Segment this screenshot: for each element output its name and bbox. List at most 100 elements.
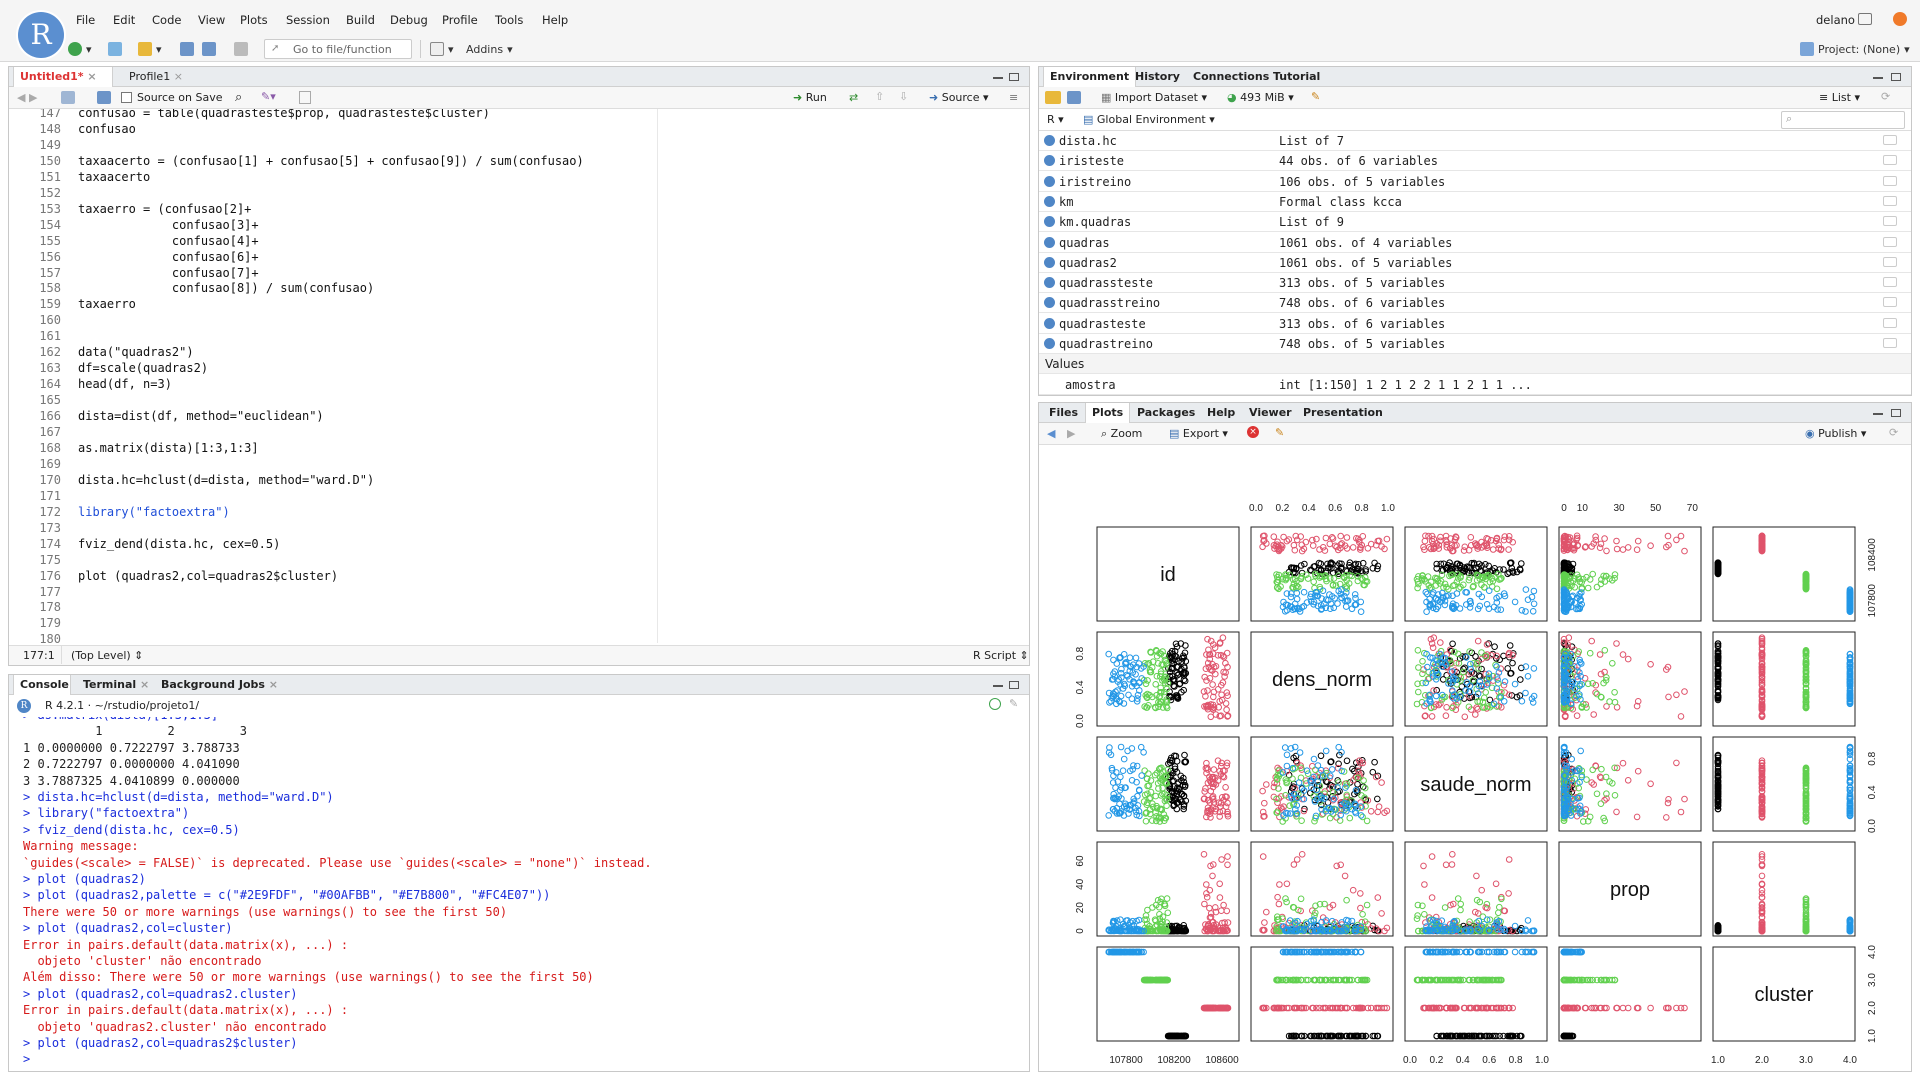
new-file-button[interactable]: ▾	[68, 40, 92, 58]
scope-selector[interactable]: (Top Level) ⇕	[71, 649, 143, 662]
tab-viewer[interactable]: Viewer	[1243, 403, 1298, 423]
search-icon[interactable]: ⌕	[235, 90, 242, 105]
zoom-button[interactable]: ⌕ Zoom	[1101, 427, 1142, 441]
tab-terminal[interactable]: Terminal ×	[77, 675, 155, 695]
logout-icon[interactable]	[1858, 13, 1872, 25]
new-project-button[interactable]	[108, 40, 122, 58]
tab-profile1[interactable]: Profile1 ×	[123, 67, 213, 87]
tab-console[interactable]: Console	[13, 675, 71, 695]
view-data-icon[interactable]	[1883, 155, 1897, 166]
scope-selector[interactable]: ▤ Global Environment ▾	[1083, 113, 1215, 126]
environment-row[interactable]: dista.hc List of 7	[1039, 131, 1911, 151]
document-icon[interactable]	[299, 91, 311, 104]
run-button[interactable]: ➜ Run	[793, 91, 827, 104]
layout-button[interactable]: ▾	[430, 40, 454, 58]
maximize-icon[interactable]	[1009, 681, 1019, 689]
save-icon[interactable]	[97, 91, 111, 104]
outline-icon[interactable]: ≡	[1009, 91, 1018, 104]
environment-search-input[interactable]: ⌕	[1781, 111, 1905, 129]
expand-icon[interactable]	[1044, 195, 1055, 207]
import-dataset-button[interactable]: ▦ Import Dataset ▾	[1101, 91, 1207, 104]
tab-packages[interactable]: Packages	[1131, 403, 1201, 423]
menu-tools[interactable]: Tools	[495, 13, 523, 27]
expand-icon[interactable]	[1044, 338, 1055, 349]
environment-value-row[interactable]: amostra int [1:150] 1 2 1 2 2 1 1 2 1 1 .…	[1039, 375, 1911, 395]
maximize-icon[interactable]	[1891, 409, 1901, 417]
next-plot-icon[interactable]: ▶	[1067, 427, 1075, 440]
environment-row[interactable]: quadras 1061 obs. of 4 variables	[1039, 233, 1911, 253]
menu-session[interactable]: Session	[286, 13, 330, 27]
environment-row[interactable]: quadras2 1061 obs. of 5 variables	[1039, 253, 1911, 273]
source-on-save-checkbox[interactable]	[121, 92, 132, 103]
menu-help[interactable]: Help	[542, 13, 568, 27]
save-workspace-icon[interactable]	[1067, 91, 1081, 104]
menu-profile[interactable]: Profile	[442, 13, 478, 27]
remove-plot-icon[interactable]: ×	[1247, 426, 1259, 438]
goto-file-input[interactable]: ➚ Go to file/function	[264, 39, 412, 59]
expand-icon[interactable]	[1044, 175, 1055, 187]
maximize-icon[interactable]	[1891, 73, 1901, 81]
source-button[interactable]: ➜ Source ▾	[929, 91, 989, 104]
tab-tutorial[interactable]: Tutorial	[1267, 67, 1326, 87]
tab-help[interactable]: Help	[1201, 403, 1241, 423]
expand-icon[interactable]	[1044, 256, 1055, 268]
back-arrow-icon[interactable]: ◀ ▶	[17, 91, 37, 104]
tab-connections[interactable]: Connections	[1187, 67, 1275, 87]
rerun-icon[interactable]: ⇄	[849, 91, 858, 104]
expand-icon[interactable]	[1044, 277, 1055, 289]
environment-row[interactable]: quadrastreino 748 obs. of 5 variables	[1039, 334, 1911, 354]
close-icon[interactable]: ×	[174, 70, 183, 83]
power-icon[interactable]	[1893, 12, 1907, 26]
close-icon[interactable]: ×	[269, 678, 278, 691]
show-in-window-icon[interactable]	[61, 91, 75, 104]
view-data-icon[interactable]	[1883, 277, 1897, 288]
wand-icon[interactable]: ✎▾	[261, 90, 276, 103]
view-data-icon[interactable]	[1883, 195, 1897, 206]
minimize-icon[interactable]	[993, 685, 1003, 687]
view-data-icon[interactable]	[1883, 256, 1897, 267]
expand-icon[interactable]	[1044, 155, 1055, 167]
view-data-icon[interactable]	[1883, 135, 1897, 145]
environment-row[interactable]: km Formal class kcca	[1039, 192, 1911, 212]
load-workspace-icon[interactable]	[1045, 91, 1061, 104]
environment-row[interactable]: iristreino 106 obs. of 5 variables	[1039, 172, 1911, 192]
project-button[interactable]: Project: (None) ▾	[1800, 40, 1910, 58]
maximize-icon[interactable]	[1009, 73, 1019, 81]
expand-icon[interactable]	[1044, 297, 1055, 309]
menu-view[interactable]: View	[198, 13, 225, 27]
close-icon[interactable]: ×	[87, 70, 96, 83]
language-selector[interactable]: R ▾	[1047, 113, 1064, 126]
code-editor[interactable]: 147 confusao = table(quadrasteste$prop, q…	[9, 109, 1029, 643]
view-data-icon[interactable]	[1883, 317, 1897, 328]
refresh-icon[interactable]: ⟳	[1889, 426, 1898, 439]
close-icon[interactable]: ×	[140, 678, 149, 691]
tab-history[interactable]: History	[1129, 67, 1186, 87]
view-data-icon[interactable]	[1883, 175, 1897, 186]
menu-debug[interactable]: Debug	[390, 13, 428, 27]
tab-background-jobs[interactable]: Background Jobs ×	[155, 675, 284, 695]
memory-usage-button[interactable]: ◕ 493 MiB ▾	[1227, 91, 1294, 104]
environment-row[interactable]: iristeste 44 obs. of 6 variables	[1039, 151, 1911, 172]
refresh-icon[interactable]: ⟳	[1881, 90, 1890, 103]
interrupt-icon[interactable]	[989, 698, 1001, 710]
menu-code[interactable]: Code	[152, 13, 181, 27]
expand-icon[interactable]	[1044, 135, 1055, 146]
filetype-selector[interactable]: R Script ⇕	[973, 649, 1029, 662]
view-data-icon[interactable]	[1883, 297, 1897, 308]
tab-untitled1[interactable]: Untitled1* ×	[13, 67, 113, 87]
save-all-button[interactable]	[202, 40, 216, 58]
expand-icon[interactable]	[1044, 216, 1055, 228]
view-data-icon[interactable]	[1883, 216, 1897, 227]
down-arrow-icon[interactable]: ⇩	[899, 90, 908, 103]
open-file-button[interactable]: ▾	[138, 40, 162, 58]
tab-files[interactable]: Files	[1043, 403, 1084, 423]
tab-environment[interactable]: Environment	[1043, 67, 1137, 87]
environment-row[interactable]: quadrassteste 313 obs. of 5 variables	[1039, 273, 1911, 294]
clear-console-icon[interactable]: ✎	[1009, 697, 1018, 710]
addins-button[interactable]: Addins ▾	[466, 40, 513, 58]
menu-edit[interactable]: Edit	[113, 13, 135, 27]
console-output[interactable]: > as.matrix(dista)[1:3,1:3] 1 2 31 0.000…	[9, 717, 1029, 1071]
previous-plot-icon[interactable]: ◀	[1047, 427, 1055, 440]
environment-row[interactable]: km.quadras List of 9	[1039, 212, 1911, 233]
print-button[interactable]	[234, 40, 248, 58]
